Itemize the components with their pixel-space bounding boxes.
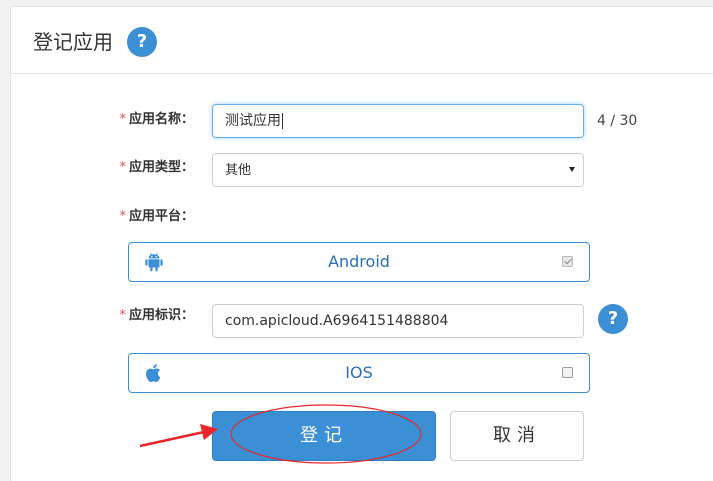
app-name-counter: 4 / 30 bbox=[597, 113, 638, 129]
platform-ios-option[interactable]: IOS bbox=[128, 353, 590, 393]
panel-header: 登记应用 ? bbox=[11, 7, 713, 74]
platform-android-option[interactable]: Android bbox=[128, 242, 590, 282]
submit-button[interactable]: 登记 bbox=[212, 411, 436, 461]
platform-ios-checkbox[interactable] bbox=[562, 367, 573, 378]
app-type-select[interactable]: 其他 bbox=[212, 153, 584, 187]
app-id-label: * 应用标识： bbox=[119, 308, 194, 323]
app-id-input[interactable]: com.apicloud.A6964151488804 bbox=[212, 304, 584, 338]
app-type-label: * 应用类型： bbox=[119, 160, 194, 175]
help-icon[interactable]: ? bbox=[127, 27, 157, 57]
chevron-down-icon bbox=[569, 167, 575, 172]
platform-android-label: Android bbox=[328, 252, 390, 271]
platform-android-checkbox[interactable] bbox=[562, 256, 573, 267]
app-name-input[interactable]: 测试应用 bbox=[212, 104, 584, 138]
app-id-help-icon[interactable]: ? bbox=[598, 304, 628, 334]
app-name-label: * 应用名称： bbox=[119, 112, 194, 127]
platform-ios-label: IOS bbox=[345, 363, 373, 382]
app-platform-label: * 应用平台： bbox=[119, 209, 194, 224]
cancel-button[interactable]: 取消 bbox=[450, 411, 584, 461]
page-title: 登记应用 bbox=[33, 30, 113, 54]
